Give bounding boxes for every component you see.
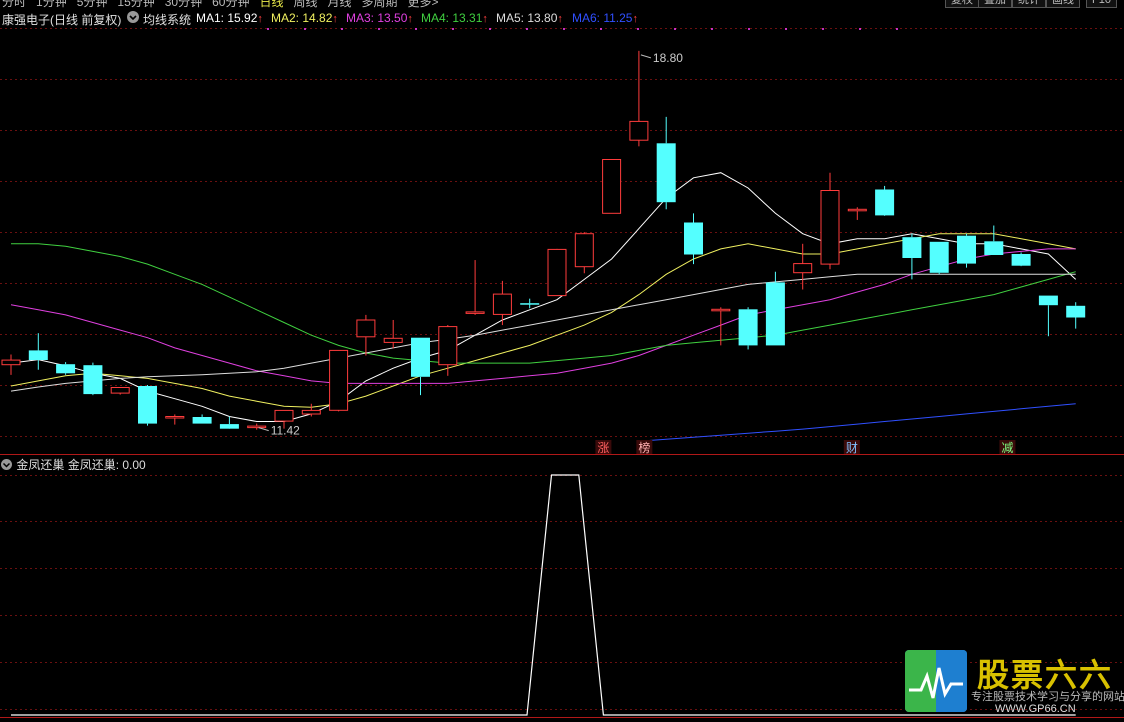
- marker-dot: [341, 28, 343, 30]
- low-label: 11.42: [271, 424, 300, 438]
- high-pointer: [640, 54, 652, 59]
- candle[interactable]: [219, 416, 239, 429]
- candle[interactable]: [629, 50, 649, 147]
- marker-dot: [267, 28, 269, 30]
- candle[interactable]: [957, 233, 976, 268]
- candle[interactable]: [1066, 302, 1086, 329]
- marker-dot: [563, 28, 565, 30]
- ma-line-ma4: [11, 243, 1076, 364]
- candle[interactable]: [356, 314, 376, 356]
- logo-subtitle: 专注股票技术学习与分享的网站: [971, 691, 1124, 703]
- ma-line-ma1: [10, 172, 1077, 422]
- marker-dot: [415, 28, 417, 30]
- marker-dot: [674, 28, 676, 30]
- candle[interactable]: [602, 159, 622, 214]
- candle[interactable]: [138, 384, 157, 426]
- candle[interactable]: [411, 337, 430, 396]
- candle[interactable]: [438, 325, 458, 376]
- candle[interactable]: [1, 354, 21, 375]
- candle[interactable]: [738, 307, 758, 350]
- candle[interactable]: [192, 414, 212, 424]
- marker-dot: [859, 28, 861, 30]
- candle[interactable]: [165, 414, 185, 425]
- marker-dot: [637, 28, 639, 30]
- candle[interactable]: [547, 248, 567, 297]
- candle[interactable]: [110, 387, 130, 395]
- candlestick-chart[interactable]: 18.80 11.42 涨 榜 财 减: [0, 0, 1124, 455]
- candle[interactable]: [984, 225, 1004, 255]
- site-logo: 股票六六 专注股票技术学习与分享的网站 WWW.GP66.CN: [905, 650, 1124, 718]
- candle[interactable]: [765, 271, 785, 346]
- marker-dot: [452, 28, 454, 30]
- candle[interactable]: [820, 172, 840, 270]
- ma-line-ma5: [10, 273, 1076, 392]
- candle[interactable]: [1011, 252, 1031, 267]
- event-badge-0[interactable]: 涨: [597, 440, 609, 455]
- marker-dot: [526, 28, 528, 30]
- marker-dot: [304, 28, 306, 30]
- event-badge-2[interactable]: 财: [846, 441, 858, 455]
- marker-dot: [711, 28, 713, 30]
- marker-dot: [785, 28, 787, 30]
- high-label: 18.80: [653, 51, 683, 65]
- candle[interactable]: [574, 232, 594, 274]
- candle[interactable]: [329, 349, 349, 412]
- candle[interactable]: [875, 185, 895, 216]
- marker-dot: [896, 28, 898, 30]
- candle[interactable]: [929, 241, 949, 275]
- marker-dot: [489, 28, 491, 30]
- candle[interactable]: [847, 207, 867, 220]
- marker-dot: [600, 28, 602, 30]
- candle[interactable]: [656, 116, 676, 210]
- ma-line-ma6: [638, 403, 1076, 442]
- candle[interactable]: [793, 243, 813, 290]
- event-badge-1[interactable]: 榜: [638, 440, 650, 455]
- candle[interactable]: [492, 280, 512, 326]
- event-badge-3[interactable]: 减: [1001, 441, 1013, 455]
- marker-dot: [748, 28, 750, 30]
- candle[interactable]: [1038, 295, 1058, 337]
- candle[interactable]: [28, 333, 48, 370]
- marker-dot: [822, 28, 824, 30]
- logo-url: WWW.GP66.CN: [995, 703, 1076, 715]
- candle[interactable]: [465, 260, 485, 315]
- ma-line-ma2: [10, 233, 1076, 408]
- low-pointer: [258, 427, 269, 432]
- candle[interactable]: [301, 403, 321, 417]
- candle[interactable]: [83, 362, 103, 396]
- logo-mark-icon: [905, 650, 967, 712]
- marker-dot: [378, 28, 380, 30]
- ma-line-ma3: [10, 248, 1076, 384]
